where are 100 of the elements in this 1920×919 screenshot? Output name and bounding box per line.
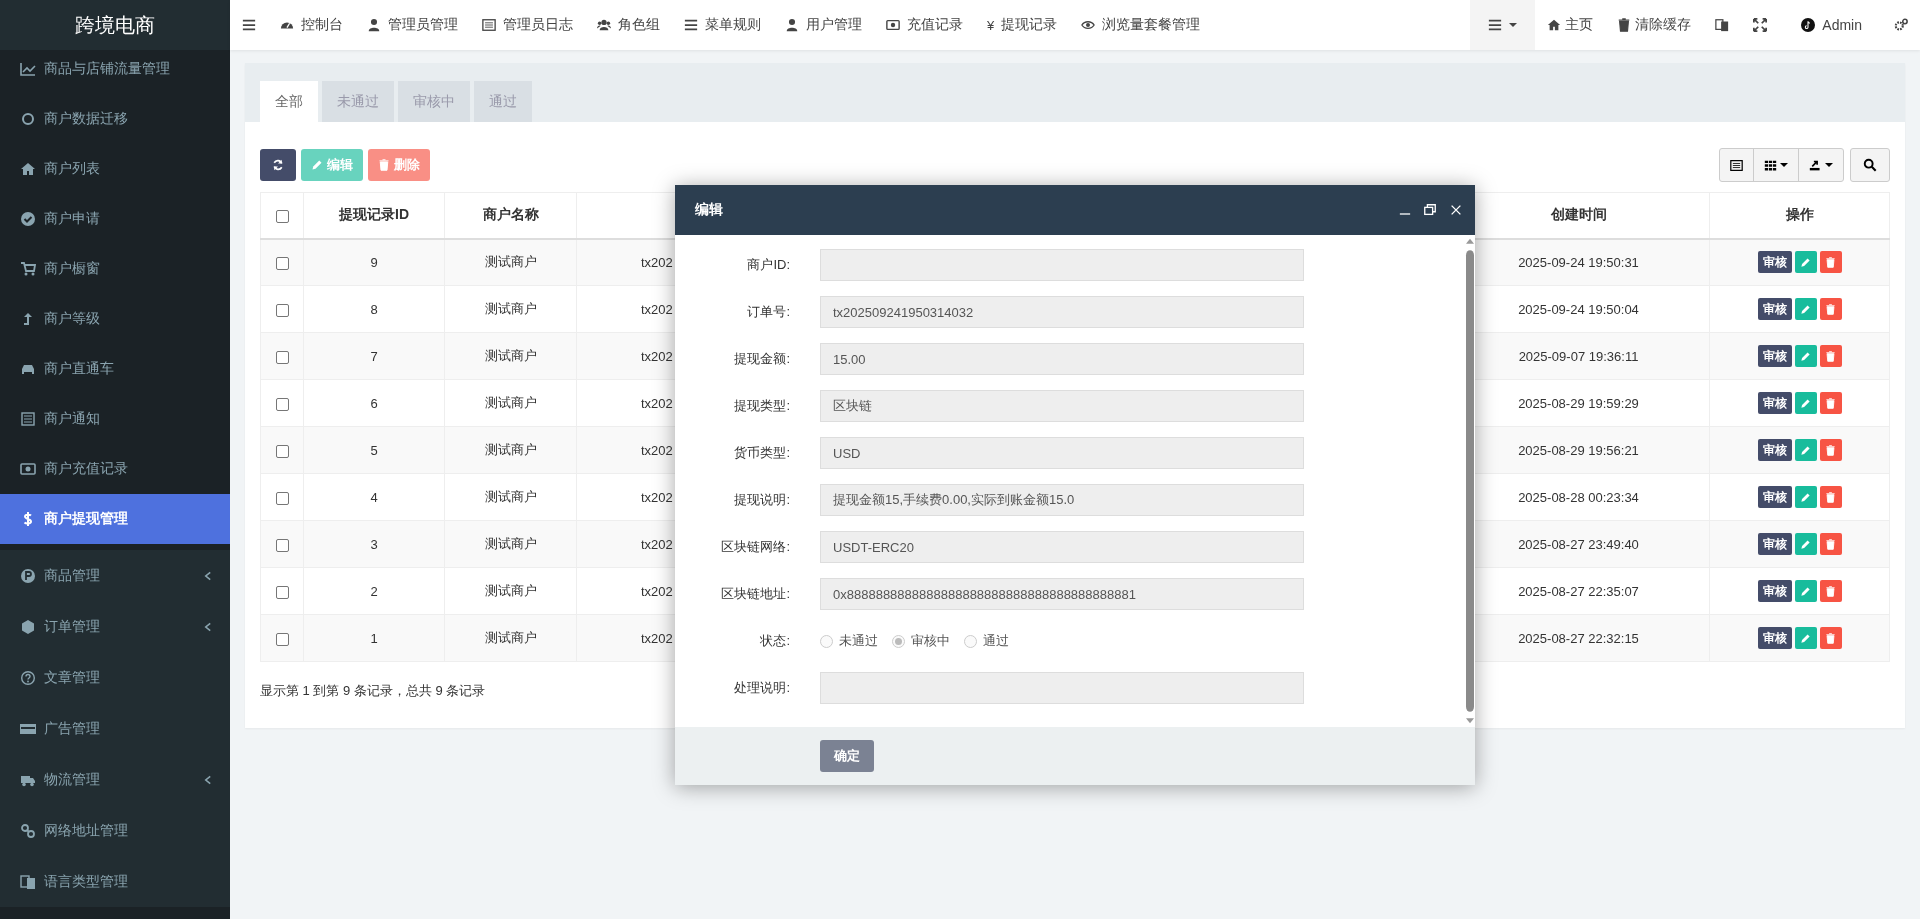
edit-button[interactable] xyxy=(1794,298,1817,320)
delete-button[interactable] xyxy=(1819,439,1842,461)
search-button[interactable] xyxy=(1850,148,1890,182)
app-logo: 跨境电商 xyxy=(0,0,230,50)
row-checkbox[interactable] xyxy=(275,303,289,317)
filter-tab[interactable]: 全部 xyxy=(260,81,318,122)
delete-button[interactable] xyxy=(1819,580,1842,602)
edit-button[interactable] xyxy=(1794,486,1817,508)
pencil-icon xyxy=(1800,303,1811,315)
sidebar-item[interactable]: 订单管理 xyxy=(0,601,230,652)
edit-button[interactable] xyxy=(1794,251,1817,274)
delete-button[interactable] xyxy=(1819,627,1842,649)
sidebar-item[interactable]: 商户等级 xyxy=(0,294,230,344)
sidebar-item[interactable]: 商户申请 xyxy=(0,194,230,244)
row-checkbox[interactable] xyxy=(275,632,289,646)
input-field[interactable] xyxy=(820,249,1304,281)
nav-link[interactable]: 用户管理 xyxy=(773,0,874,50)
nav-link[interactable]: 菜单规则 xyxy=(672,0,773,50)
sidebar-item[interactable]: 商户充值记录 xyxy=(0,444,230,494)
row-checkbox[interactable] xyxy=(275,350,289,364)
pagination-info: 显示第 1 到第 9 条记录，总共 9 条记录 xyxy=(260,683,486,698)
review-button[interactable]: 审核 xyxy=(1757,345,1792,367)
table-cell: 测试商户 xyxy=(444,520,577,568)
search-icon xyxy=(1863,158,1877,172)
review-button[interactable]: 审核 xyxy=(1757,486,1792,508)
sidebar-item[interactable]: 语言类型管理 xyxy=(0,856,230,907)
radio-option[interactable]: 通过 xyxy=(964,632,1009,650)
sidebar-item[interactable]: 商户通知 xyxy=(0,394,230,444)
table-cell: 测试商户 xyxy=(444,473,577,521)
sidebar-item[interactable]: 商品管理 xyxy=(0,550,230,601)
review-button[interactable]: 审核 xyxy=(1757,627,1792,649)
delete-button[interactable] xyxy=(1819,486,1842,508)
menu-icon xyxy=(242,18,256,32)
row-checkbox[interactable] xyxy=(275,444,289,458)
sidebar-item[interactable]: 商户橱窗 xyxy=(0,244,230,294)
translate-icon xyxy=(20,873,36,890)
input-field[interactable]: tx202509241950314032 xyxy=(820,296,1304,328)
edit-button[interactable] xyxy=(1794,392,1817,414)
sidebar-item[interactable]: 商户数据迁移 xyxy=(0,94,230,144)
minimize-icon xyxy=(1399,213,1411,215)
input-field[interactable]: USD xyxy=(820,437,1304,469)
input-field[interactable]: 15.00 xyxy=(820,343,1304,375)
input-field[interactable]: 提现金额15,手续费0.00,实际到账金额15.0 xyxy=(820,484,1304,516)
sidebar-item[interactable]: 商户列表 xyxy=(0,144,230,194)
delete-button[interactable] xyxy=(1819,251,1842,274)
review-button[interactable]: 审核 xyxy=(1757,580,1792,602)
input-field[interactable]: 0x8888888888888888888888888888888888888881 xyxy=(820,578,1304,610)
review-button[interactable]: 审核 xyxy=(1757,392,1792,414)
radio-option[interactable]: 审核中 xyxy=(892,632,950,650)
select-all-checkbox[interactable] xyxy=(275,210,289,224)
radio-option[interactable]: 未通过 xyxy=(820,632,878,650)
edit-button[interactable] xyxy=(1794,345,1817,367)
delete-button[interactable] xyxy=(1819,533,1842,555)
menu-dropdown[interactable] xyxy=(1470,0,1536,50)
review-button[interactable]: 审核 xyxy=(1757,439,1792,461)
nav-link[interactable]: 控制台 xyxy=(268,0,355,50)
delete-button[interactable] xyxy=(1819,345,1842,367)
edit-button[interactable] xyxy=(1794,580,1817,602)
column-header: 商户名称 xyxy=(444,192,577,239)
review-button[interactable]: 审核 xyxy=(1757,251,1792,274)
sidebar-item[interactable]: 广告管理 xyxy=(0,703,230,754)
trash-icon xyxy=(1617,18,1632,32)
nav-link[interactable]: 主页 xyxy=(1535,0,1606,50)
banknote-icon xyxy=(886,18,900,32)
sidebar-item[interactable]: 网络地址管理 xyxy=(0,805,230,856)
sidebar-item[interactable]: 文章管理 xyxy=(0,652,230,703)
row-checkbox[interactable] xyxy=(275,585,289,599)
pencil-icon xyxy=(1800,538,1811,550)
caret-icon xyxy=(1509,23,1518,27)
edit-button[interactable] xyxy=(1794,439,1817,461)
confirm-button[interactable]: 确定 xyxy=(820,740,874,772)
review-button[interactable]: 审核 xyxy=(1757,298,1792,320)
trash-icon xyxy=(1825,585,1836,597)
user-menu[interactable]: Admin xyxy=(1779,0,1882,50)
delete-button[interactable] xyxy=(1819,298,1842,320)
nav-link[interactable]: 清除缓存 xyxy=(1605,0,1704,50)
refresh-icon xyxy=(272,159,284,171)
nav-link[interactable]: 角色组 xyxy=(585,0,672,50)
review-button[interactable]: 审核 xyxy=(1757,533,1792,555)
row-checkbox[interactable] xyxy=(275,397,289,411)
sidebar-item[interactable]: 物流管理 xyxy=(0,754,230,805)
edit-button[interactable] xyxy=(1794,533,1817,555)
nav-link[interactable]: 浏览量套餐管理 xyxy=(1069,0,1213,50)
grid-icon xyxy=(1764,158,1777,172)
sidebar-item[interactable]: 商户直通车 xyxy=(0,344,230,394)
input-field[interactable]: 区块链 xyxy=(820,390,1304,422)
delete-button[interactable] xyxy=(1819,392,1842,414)
nav-link[interactable]: 充值记录 xyxy=(874,0,975,50)
edit-button[interactable] xyxy=(1794,627,1817,649)
row-checkbox[interactable] xyxy=(275,538,289,552)
check-circle-icon xyxy=(20,211,36,227)
refresh-button[interactable] xyxy=(260,149,296,181)
trash-icon xyxy=(1825,491,1836,503)
nav-link[interactable]: 管理员管理 xyxy=(355,0,470,50)
input-field[interactable] xyxy=(820,672,1304,704)
input-field[interactable]: USDT-ERC20 xyxy=(820,531,1304,563)
nav-link[interactable]: 管理员日志 xyxy=(470,0,585,50)
row-checkbox[interactable] xyxy=(275,256,289,270)
row-checkbox[interactable] xyxy=(275,491,289,505)
nav-link[interactable]: ¥ 提现记录 xyxy=(975,0,1070,50)
